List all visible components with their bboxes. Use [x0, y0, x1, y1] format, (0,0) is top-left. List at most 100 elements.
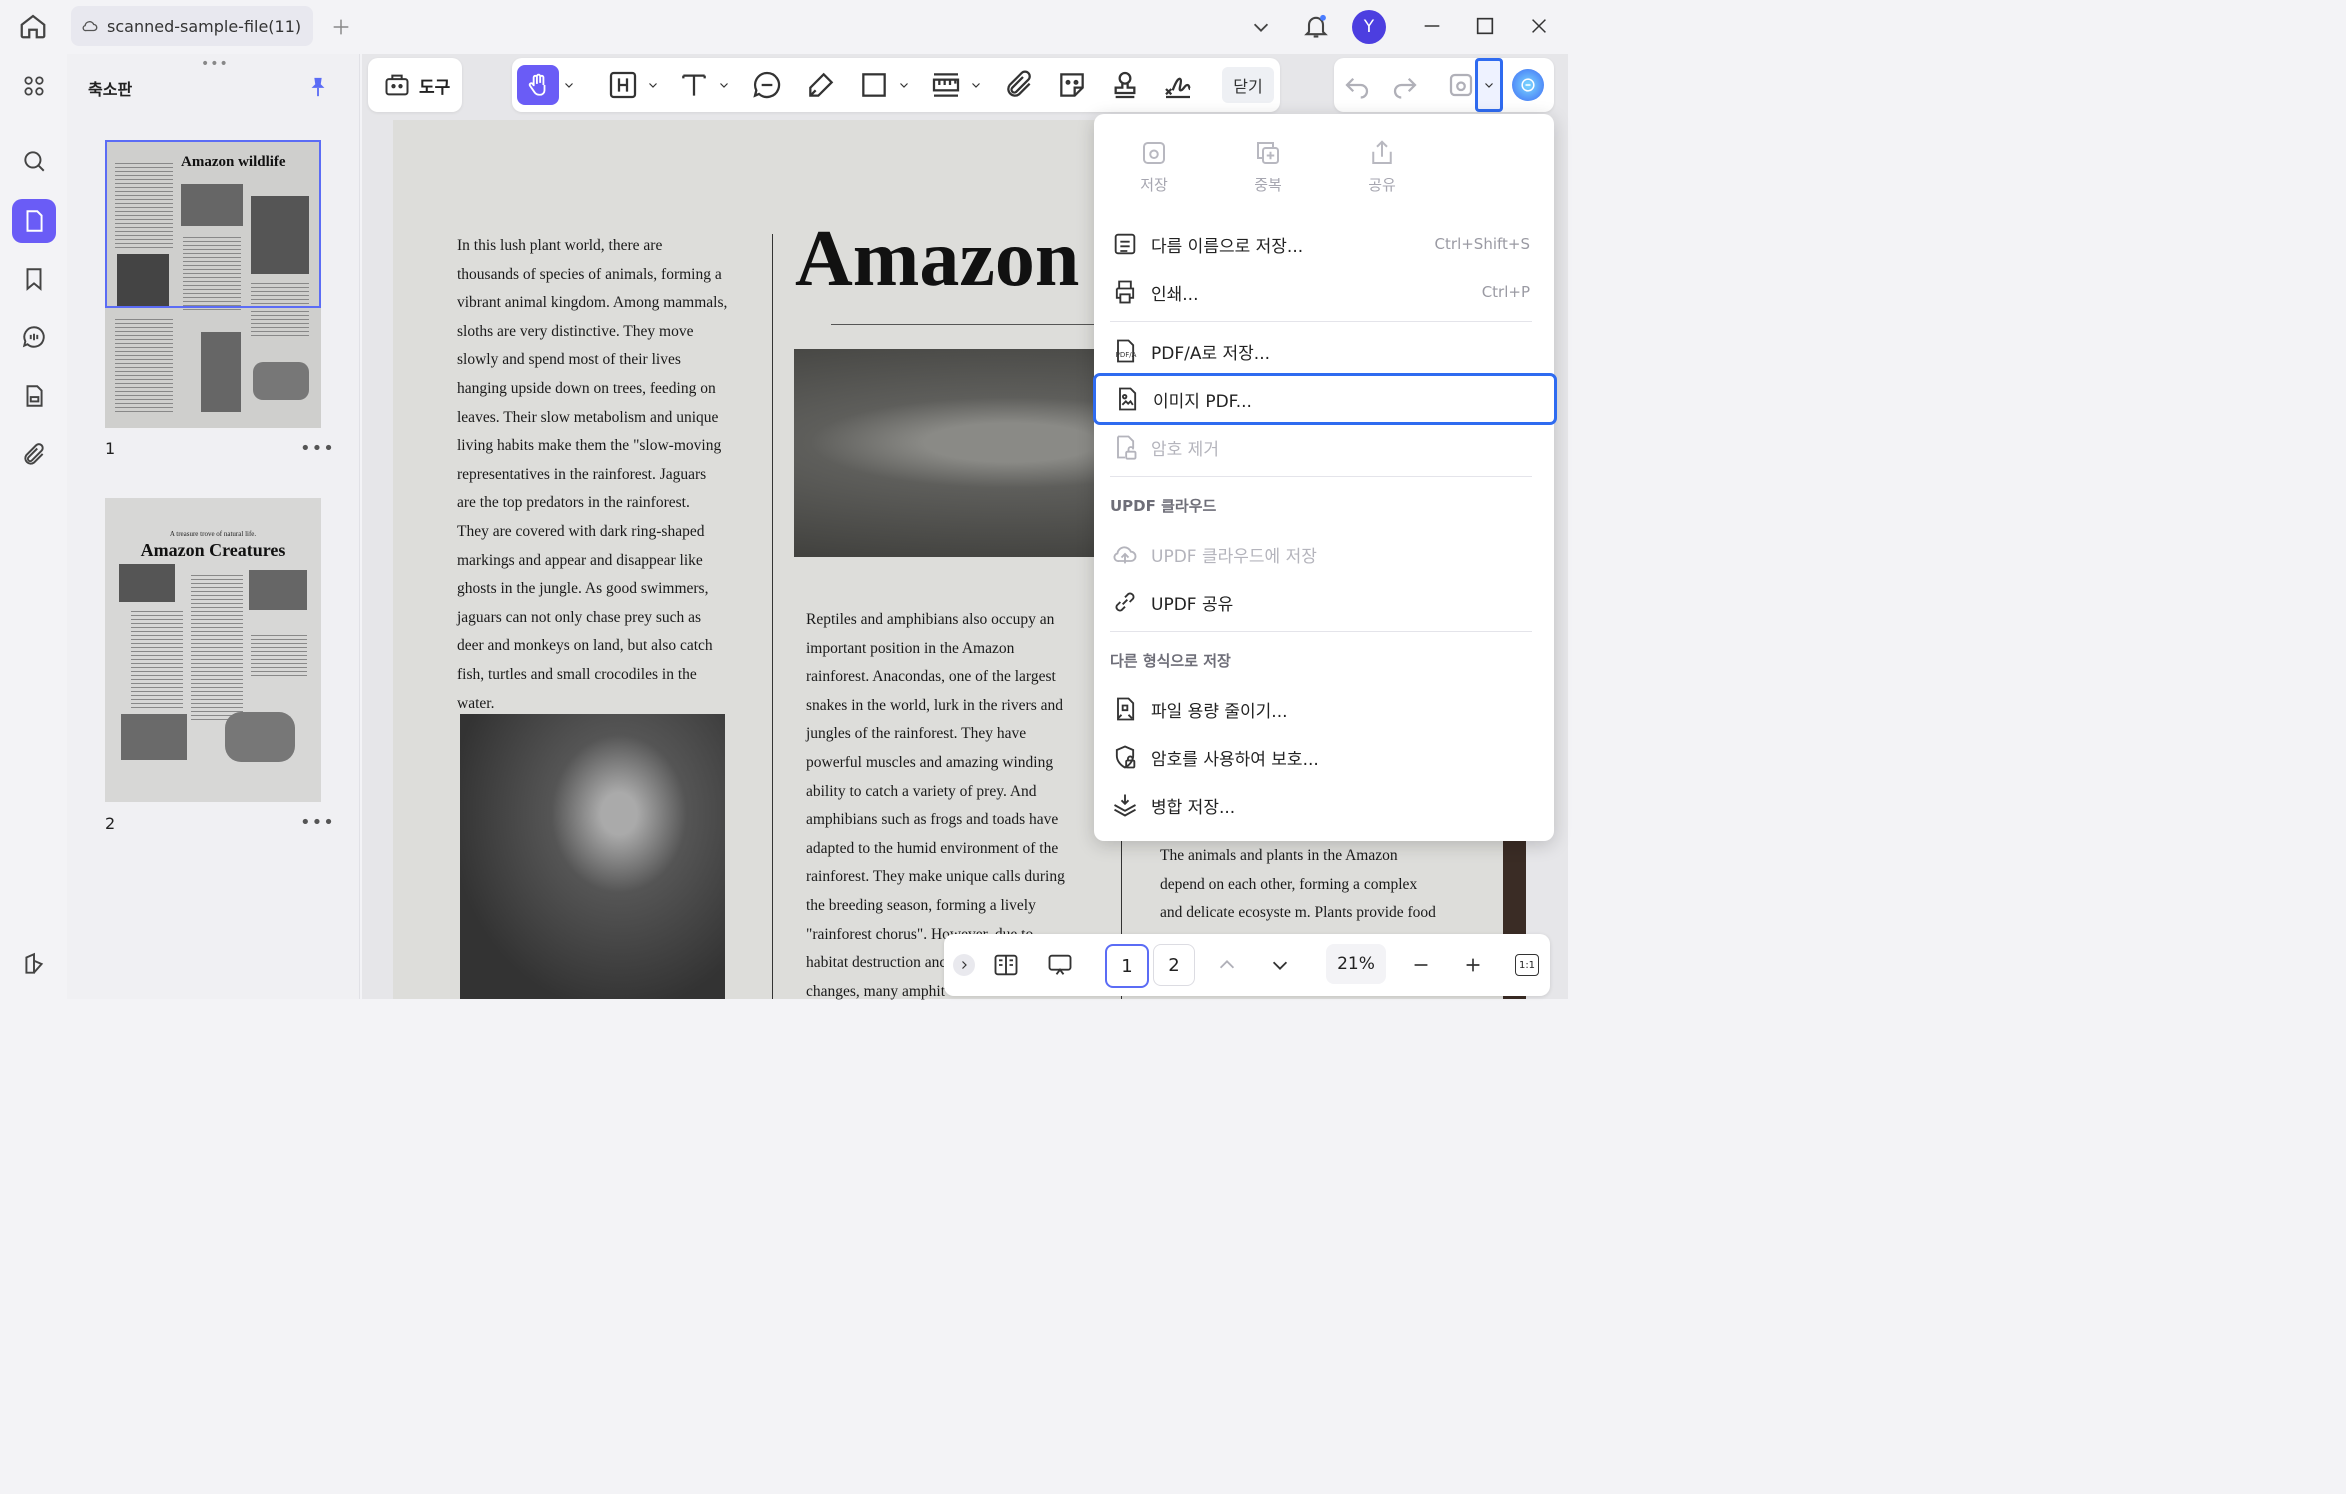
sidebar-toggle-icon[interactable]	[12, 942, 56, 986]
annotation-toolbar: 닫기	[512, 58, 1280, 112]
page-thumbnail-2[interactable]: A treasure trove of natural life. Amazon…	[105, 498, 321, 802]
sticker-tool-icon[interactable]	[1056, 69, 1088, 101]
shape-tool-icon[interactable]	[858, 69, 890, 101]
save-options-menu: 저장 중복 공유 다름 이름으로 저장... Ctrl+Shift+S 인쇄..…	[1093, 114, 1557, 841]
menu-item-remove-password[interactable]: 암호 제거	[1094, 424, 1554, 470]
page-button-total[interactable]: 2	[1153, 944, 1195, 986]
cloud-upload-icon	[1111, 540, 1139, 568]
menu-item-protect-password[interactable]: 암호를 사용하여 보호...	[1094, 734, 1554, 780]
zoom-level[interactable]: 21%	[1326, 944, 1386, 984]
printer-icon	[1111, 278, 1139, 306]
flamingo-photo	[460, 714, 725, 999]
tools-button[interactable]: 도구	[368, 58, 462, 112]
tab-title: scanned-sample-file(11)	[107, 16, 302, 36]
menu-item-pdfa[interactable]: PDF/A PDF/A로 저장...	[1094, 328, 1554, 374]
close-window-icon[interactable]	[1528, 15, 1550, 37]
chevron-down-icon[interactable]	[1269, 954, 1291, 976]
menu-label: UPDF 공유	[1151, 594, 1234, 615]
minimize-icon[interactable]	[1421, 15, 1443, 37]
menu-item-print[interactable]: 인쇄... Ctrl+P	[1094, 269, 1554, 315]
redo-icon[interactable]	[1390, 70, 1420, 100]
menu-label: 암호를 사용하여 보호...	[1151, 749, 1319, 770]
column-text-3: The animals and plants in the Amazon dep…	[1160, 847, 1436, 922]
menu-item-merge-save[interactable]: 병합 저장...	[1094, 782, 1554, 828]
menu-divider	[1110, 476, 1532, 477]
thumb-photo	[249, 570, 307, 610]
shield-lock-icon	[1111, 743, 1139, 771]
viewport-indicator[interactable]	[105, 140, 321, 308]
save-options-dropdown[interactable]	[1475, 58, 1503, 112]
page-thumbnail-1[interactable]: Amazon wildlife	[105, 140, 321, 428]
actual-size-button[interactable]: 1:1	[1515, 954, 1539, 976]
drag-handle-icon[interactable]: •••	[201, 56, 229, 72]
highlight-tool-icon[interactable]	[607, 69, 639, 101]
menu-item-image-pdf[interactable]: 이미지 PDF...	[1093, 373, 1557, 425]
quick-share-button[interactable]: 공유	[1342, 138, 1422, 195]
thumb-photo	[253, 362, 309, 400]
thumb-photo	[121, 714, 187, 760]
document-icon[interactable]	[12, 374, 56, 418]
menu-label: 병합 저장...	[1151, 797, 1236, 818]
pencil-tool-icon[interactable]	[805, 69, 837, 101]
attachment-tool-icon[interactable]	[1003, 69, 1035, 101]
apps-icon[interactable]	[12, 64, 56, 108]
home-icon[interactable]	[18, 11, 48, 41]
measure-tool-icon[interactable]	[930, 69, 962, 101]
thumb-photo	[225, 712, 295, 762]
menu-label: 인쇄...	[1151, 284, 1199, 305]
section-heading: 다른 형식으로 저장	[1110, 652, 1231, 670]
chevron-down-icon[interactable]	[563, 79, 575, 91]
attachment-icon[interactable]	[12, 433, 56, 477]
maximize-icon[interactable]	[1474, 15, 1496, 37]
zoom-in-icon[interactable]	[1462, 954, 1484, 976]
search-icon[interactable]	[12, 139, 56, 183]
chevron-down-icon[interactable]	[898, 79, 910, 91]
thumb-photo	[119, 564, 175, 602]
menu-label: 이미지 PDF...	[1153, 391, 1252, 412]
presentation-icon[interactable]	[1045, 951, 1075, 979]
thumb-text-block	[191, 572, 243, 722]
quick-duplicate-button[interactable]: 중복	[1228, 138, 1308, 195]
chevron-down-icon[interactable]	[647, 79, 659, 91]
menu-item-reduce-size[interactable]: 파일 용량 줄이기...	[1094, 686, 1554, 732]
menu-item-save-as[interactable]: 다름 이름으로 저장... Ctrl+Shift+S	[1094, 221, 1554, 267]
page-layout-icon[interactable]	[992, 951, 1020, 979]
stamp-tool-icon[interactable]	[1109, 69, 1141, 101]
thumbnails-icon[interactable]	[12, 199, 56, 243]
signature-tool-icon[interactable]	[1162, 69, 1194, 101]
quick-save-button[interactable]: 저장	[1114, 138, 1194, 195]
hand-tool-button[interactable]	[517, 65, 559, 105]
bell-icon[interactable]	[1302, 12, 1330, 40]
quick-duplicate-label: 중복	[1254, 176, 1282, 194]
pin-icon[interactable]	[307, 76, 329, 98]
page-title: Amazon	[795, 215, 1080, 303]
file-toolbar	[1334, 58, 1554, 112]
save-icon[interactable]	[1446, 70, 1476, 100]
more-options-icon[interactable]: •••	[300, 812, 335, 833]
ai-assistant-icon[interactable]	[1512, 69, 1544, 101]
more-options-icon[interactable]: •••	[300, 438, 335, 459]
svg-text:PDF/A: PDF/A	[1116, 351, 1137, 359]
menu-item-cloud-save[interactable]: UPDF 클라우드에 저장	[1094, 531, 1554, 577]
menu-item-updf-share[interactable]: UPDF 공유	[1094, 579, 1554, 625]
chevron-down-icon[interactable]	[1250, 16, 1272, 38]
menu-label: UPDF 클라우드에 저장	[1151, 546, 1317, 567]
avatar[interactable]: Y	[1352, 10, 1386, 44]
document-tab[interactable]: scanned-sample-file(11)	[71, 6, 313, 46]
chevron-down-icon[interactable]	[718, 79, 730, 91]
thumb-page-number: 2	[105, 814, 116, 833]
text-tool-icon[interactable]	[678, 69, 710, 101]
chevron-up-icon[interactable]	[1216, 954, 1238, 976]
zoom-out-icon[interactable]	[1410, 954, 1432, 976]
new-tab-icon[interactable]	[330, 16, 352, 38]
expand-icon[interactable]	[953, 954, 975, 976]
undo-icon[interactable]	[1342, 70, 1372, 100]
page-button-current[interactable]: 1	[1105, 944, 1149, 988]
menu-shortcut: Ctrl+Shift+S	[1434, 235, 1530, 253]
pdfa-icon: PDF/A	[1111, 337, 1139, 365]
close-toolbar-button[interactable]: 닫기	[1222, 67, 1274, 103]
bookmark-icon[interactable]	[12, 257, 56, 301]
chevron-down-icon[interactable]	[970, 79, 982, 91]
comment-icon[interactable]	[12, 315, 56, 359]
comment-tool-icon[interactable]	[751, 69, 783, 101]
